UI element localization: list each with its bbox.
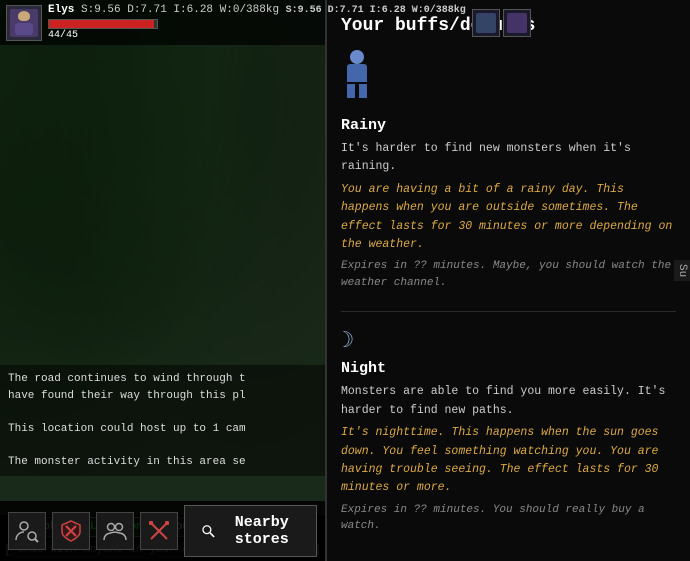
group-button[interactable] xyxy=(96,512,134,550)
player-stats: S:9.56 D:7.71 I:6.28 W:0/388kg xyxy=(81,4,279,16)
player-name-stats: Elys S:9.56 D:7.71 I:6.28 W:0/388kg S:9.… xyxy=(48,4,466,16)
game-text-line6: The monster activity in this area se xyxy=(8,454,317,471)
player-info: Elys S:9.56 D:7.71 I:6.28 W:0/388kg S:9.… xyxy=(48,4,466,41)
background-trees xyxy=(0,0,325,561)
game-text-line1: The road continues to wind through t xyxy=(8,371,317,388)
group-icon xyxy=(102,518,128,544)
nearby-stores-label: Nearby stores xyxy=(223,514,300,548)
health-bar xyxy=(49,20,154,28)
figure-head xyxy=(350,50,364,64)
buff-rainy: Rainy It's harder to find new monsters w… xyxy=(341,117,676,291)
buff-night-expiry: Expires in ?? minutes. You should really… xyxy=(341,502,676,535)
sword-crossed-button[interactable] xyxy=(140,512,178,550)
avatar xyxy=(6,5,42,41)
game-text-line5 xyxy=(8,437,317,454)
game-text-line2: have found their way through this pl xyxy=(8,388,317,405)
buff-rainy-expiry: Expires in ?? minutes. Maybe, you should… xyxy=(341,258,676,291)
nearby-stores-button[interactable]: Nearby stores xyxy=(184,505,317,557)
sword-crossed-icon xyxy=(146,518,172,544)
person-search-icon xyxy=(14,518,40,544)
quick-slot-1[interactable] xyxy=(472,9,500,37)
figure-legs-left xyxy=(347,84,355,98)
player-name: Elys xyxy=(48,4,81,16)
shield-crossed-button[interactable] xyxy=(52,512,90,550)
buff-rainy-flavor: You are having a bit of a rainy day. Thi… xyxy=(341,181,676,255)
buff-night-description: Monsters are able to find you more easil… xyxy=(341,383,676,420)
action-bar: Nearby stores xyxy=(0,501,325,561)
shield-crossed-icon xyxy=(58,518,84,544)
buffs-panel: Your buffs/debuffs Rainy It's harder to … xyxy=(325,0,690,561)
search-icon xyxy=(201,520,215,542)
buff-rainy-name: Rainy xyxy=(341,117,676,134)
avatar-sprite xyxy=(10,9,38,37)
buff-night: ☽ Night Monsters are able to find you mo… xyxy=(341,328,676,534)
game-text-line3 xyxy=(8,404,317,421)
buff-rainy-description: It's harder to find new monsters when it… xyxy=(341,140,676,177)
player-stats-inline: S:9.56 D:7.71 I:6.28 W:0/388kg xyxy=(286,5,466,16)
game-text-area: The road continues to wind through t hav… xyxy=(0,365,325,476)
night-icon: ☽ xyxy=(341,328,676,354)
hp-display: 44/45 xyxy=(48,30,466,41)
buff-night-flavor: It's nighttime. This happens when the su… xyxy=(341,424,676,498)
person-search-button[interactable] xyxy=(8,512,46,550)
slot-icon-1 xyxy=(476,13,496,33)
buff-figure xyxy=(341,50,373,98)
game-text-line4: This location could host up to 1 cam xyxy=(8,421,317,438)
quick-slot-2[interactable] xyxy=(503,9,531,37)
figure-body xyxy=(347,64,367,82)
game-world xyxy=(0,0,325,561)
top-bar: Elys S:9.56 D:7.71 I:6.28 W:0/388kg S:9.… xyxy=(0,0,325,45)
slot-icon-2 xyxy=(507,13,527,33)
buff-night-name: Night xyxy=(341,360,676,377)
quick-slots xyxy=(472,9,531,37)
buff-figure-container xyxy=(341,50,676,103)
su-label: Su xyxy=(674,260,690,281)
figure-legs-right xyxy=(359,84,367,98)
health-bar-container xyxy=(48,19,158,29)
buff-divider xyxy=(341,311,676,312)
